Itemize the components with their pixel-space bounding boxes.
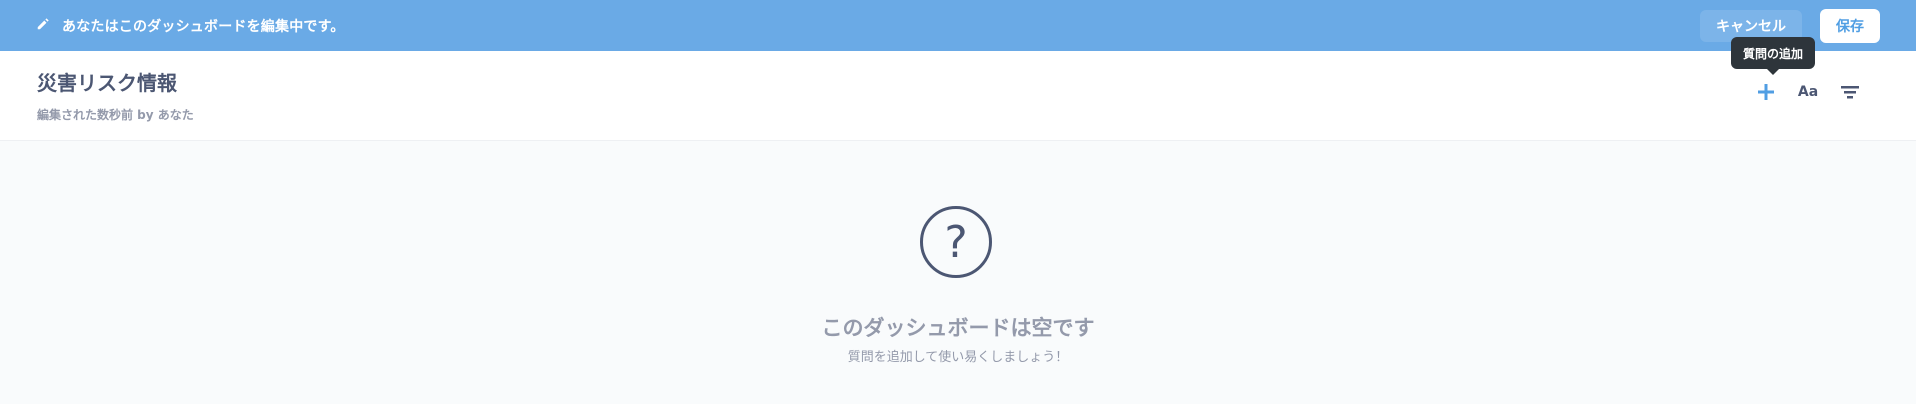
empty-hint: 質問を追加して使い易くしましょう！ xyxy=(847,350,1069,365)
last-edited-info: 編集された数秒前 by あなた xyxy=(37,108,194,122)
dashboard-toolbar: Aa xyxy=(1756,82,1860,102)
dashboard-header: 災害リスク情報 編集された数秒前 by あなた xyxy=(0,51,1916,141)
empty-dashboard-state: ? このダッシュボードは空です 質問を追加して使い易くしましょう！ xyxy=(0,142,1916,404)
save-button[interactable]: 保存 xyxy=(1820,8,1880,43)
empty-heading: このダッシュボードは空です xyxy=(821,316,1095,340)
add-question-tooltip: 質問の追加 xyxy=(1731,37,1816,69)
edit-mode-message: あなたはこのダッシュボードを編集中です。 xyxy=(62,18,345,35)
edit-mode-bar: あなたはこのダッシュボードを編集中です。 キャンセル 保存 xyxy=(0,0,1916,51)
dashboard-title[interactable]: 災害リスク情報 xyxy=(37,67,177,96)
text-card-button[interactable]: Aa xyxy=(1798,82,1818,102)
filter-icon[interactable] xyxy=(1840,82,1860,102)
question-mark-icon: ? xyxy=(920,206,992,278)
plus-icon[interactable] xyxy=(1756,82,1776,102)
pencil-icon xyxy=(36,17,54,35)
